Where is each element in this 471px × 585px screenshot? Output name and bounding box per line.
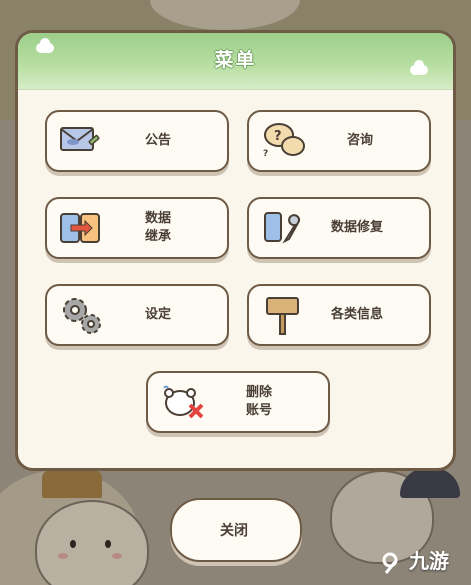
delete-account-icon <box>162 385 206 425</box>
data-repair-button[interactable]: 数据修复 <box>247 197 431 259</box>
nine-game-logo-icon <box>380 552 402 574</box>
info-label: 各类信息 <box>331 307 384 322</box>
device-transfer-icon <box>59 211 103 249</box>
background-character-eye <box>105 540 111 548</box>
delete-account-button[interactable]: 删除 账号 <box>146 371 330 433</box>
inquiry-label: 咨询 <box>347 133 374 148</box>
gears-icon <box>59 294 105 340</box>
settings-label: 设定 <box>145 307 172 322</box>
watermark-text: 九游 <box>408 549 449 573</box>
close-label: 关闭 <box>220 523 248 539</box>
menu-header: 菜单 <box>18 33 453 90</box>
menu-title: 菜单 <box>214 49 257 71</box>
announcement-button[interactable]: 公告 <box>45 110 229 172</box>
background-character-hat <box>42 470 102 498</box>
menu-panel: 菜单 公告 ? ? 咨询 数据 继承 数据修复 设定 各类信息 删除 账号 <box>15 30 456 471</box>
delete-account-label: 删除 账号 <box>246 385 273 418</box>
background-character-eye <box>70 540 76 548</box>
svg-text:?: ? <box>263 149 268 159</box>
info-button[interactable]: 各类信息 <box>247 284 431 346</box>
data-repair-label: 数据修复 <box>331 220 384 235</box>
announcement-label: 公告 <box>145 133 172 148</box>
background-character-cheek <box>112 553 122 559</box>
inquiry-button[interactable]: ? ? 咨询 <box>247 110 431 172</box>
data-transfer-button[interactable]: 数据 继承 <box>45 197 229 259</box>
settings-button[interactable]: 设定 <box>45 284 229 346</box>
question-bubble-icon: ? ? <box>263 120 307 164</box>
close-button[interactable]: 关闭 <box>170 498 302 562</box>
watermark: 九游 <box>380 545 449 575</box>
svg-text:?: ? <box>274 129 282 144</box>
phone-wrench-icon <box>263 211 303 251</box>
signboard-icon <box>265 294 301 340</box>
background-character-cheek <box>58 553 68 559</box>
envelope-icon <box>59 124 101 160</box>
data-transfer-label: 数据 继承 <box>145 211 172 244</box>
